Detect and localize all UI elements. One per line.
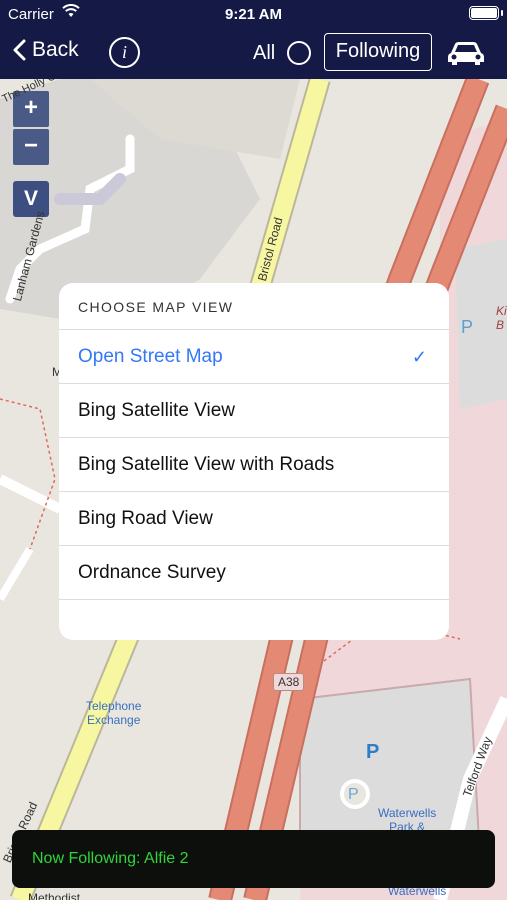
map-label-telephone-exchange: Telephone Exchange [86, 699, 142, 727]
info-button[interactable]: i [109, 37, 140, 68]
clock: 9:21 AM [225, 6, 282, 23]
option-open-street-map[interactable]: Open Street Map ✓ [59, 330, 449, 384]
option-bing-road[interactable]: Bing Road View [59, 492, 449, 546]
status-bar: Carrier 9:21 AM [0, 0, 507, 28]
choose-map-view-dialog: CHOOSE MAP VIEW Open Street Map ✓ Bing S… [59, 283, 449, 640]
option-label: Bing Satellite View [78, 400, 236, 421]
all-label: All [253, 42, 276, 64]
back-label: Back [32, 38, 79, 61]
option-label: Bing Road View [78, 508, 213, 529]
chevron-left-icon [13, 39, 26, 61]
following-toast: Now Following: Alfie 2 [12, 830, 495, 888]
option-bing-satellite-roads[interactable]: Bing Satellite View with Roads [59, 438, 449, 492]
car-icon[interactable] [447, 40, 485, 71]
option-label: Ordnance Survey [78, 562, 226, 583]
all-radio[interactable] [287, 41, 311, 65]
option-bing-satellite[interactable]: Bing Satellite View [59, 384, 449, 438]
following-button[interactable]: Following [324, 33, 432, 71]
battery-icon [469, 6, 503, 20]
navigation-bar: Back i All Following [0, 28, 507, 79]
map-label-parking-large: P [366, 741, 380, 763]
map-label-kb: Ki B [496, 304, 507, 332]
dialog-title: CHOOSE MAP VIEW [59, 283, 449, 330]
map-label-parking-circle: P [348, 786, 359, 803]
top-bar: Carrier 9:21 AM Back i All Following [0, 0, 507, 79]
option-ordnance-survey[interactable]: Ordnance Survey [59, 546, 449, 600]
back-button[interactable]: Back [12, 38, 79, 62]
map-label-methodist: Methodist [28, 891, 81, 900]
option-label: Bing Satellite View with Roads [78, 454, 335, 475]
map-label-a38: A38 [273, 673, 305, 691]
checkmark-icon: ✓ [411, 347, 427, 367]
map-label-parking-small: P [461, 317, 474, 337]
zoom-out-button[interactable]: − [13, 129, 49, 165]
option-label: Open Street Map [78, 346, 223, 367]
